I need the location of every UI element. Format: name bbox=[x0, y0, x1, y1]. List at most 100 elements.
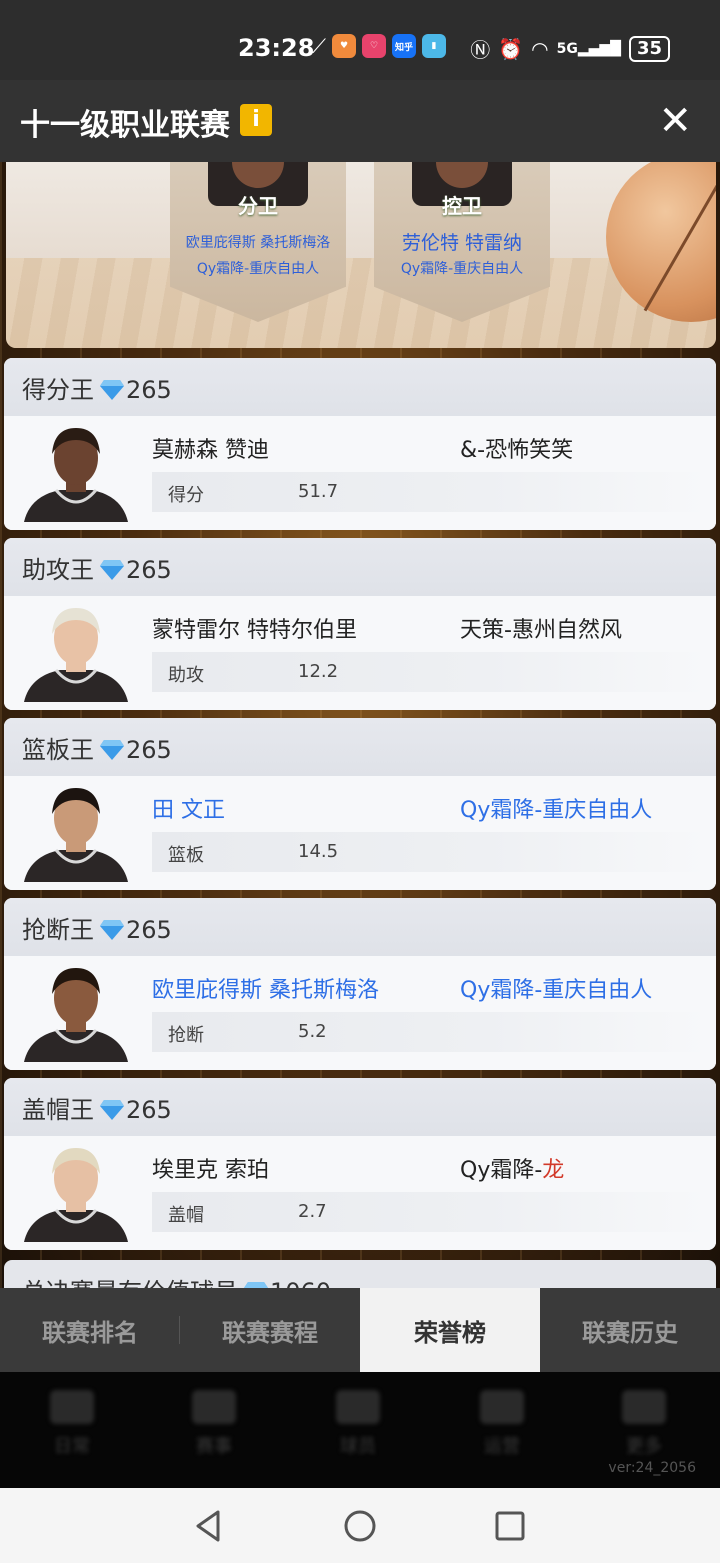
team-name[interactable]: 天策-惠州自然风 bbox=[460, 612, 622, 644]
underlying-app-nav: 日常 赛事 球员 运营 更多 ver:24_2056 bbox=[0, 1372, 720, 1488]
status-time: 23:28 bbox=[238, 34, 315, 62]
diamond-icon bbox=[100, 920, 124, 940]
team-name[interactable]: Qy霜降-重庆自由人 bbox=[460, 792, 652, 824]
award-body: 莫赫森 赞迪 &-恐怖笑笑 得分 51.7 bbox=[4, 416, 716, 530]
stat-label: 篮板 bbox=[168, 845, 204, 866]
stat-value: 2.7 bbox=[298, 1201, 327, 1222]
award-title: 得分王 265 bbox=[22, 376, 172, 404]
status-bar: 23:28 ⟋ ♥ ♡ 知乎 ▮ Ⓝ ⏰ ◠ 5G▂▄▆█ 35 bbox=[0, 0, 720, 80]
tab-league-schedule[interactable]: 联赛赛程 bbox=[180, 1288, 360, 1372]
award-card-blocks[interactable]: 盖帽王 265 埃里克 索珀 Qy霜降-龙 盖帽 2.7 bbox=[4, 1078, 716, 1250]
close-button[interactable]: ✕ bbox=[658, 98, 692, 144]
diamond-icon bbox=[100, 740, 124, 760]
award-card-steals[interactable]: 抢断王 265 欧里庇得斯 桑托斯梅洛 Qy霜降-重庆自由人 抢断 5.2 bbox=[4, 898, 716, 1070]
award-title: 助攻王 265 bbox=[22, 556, 172, 584]
wifi-icon: ◠ bbox=[531, 36, 549, 61]
stat-value: 5.2 bbox=[298, 1021, 327, 1042]
award-card-rebounds[interactable]: 篮板王 265 田 文正 Qy霜降-重庆自由人 篮板 14.5 bbox=[4, 718, 716, 890]
zhihu-icon: 知乎 bbox=[392, 34, 416, 58]
stat-label: 抢断 bbox=[168, 1025, 204, 1046]
signal-icon: 5G▂▄▆█ bbox=[556, 40, 621, 57]
diamond-icon bbox=[100, 560, 124, 580]
league-header: 十一级职业联赛 i ✕ bbox=[0, 80, 720, 162]
award-title: 总决赛最有价值球员1060 bbox=[22, 1272, 331, 1288]
award-header: 得分王 265 bbox=[4, 358, 716, 416]
league-tabs: 联赛排名 联赛赛程 荣誉榜 联赛历史 bbox=[0, 1288, 720, 1372]
under-nav-item: 日常 bbox=[42, 1390, 102, 1458]
jersey-shape bbox=[24, 1030, 128, 1062]
back-icon[interactable] bbox=[190, 1506, 230, 1546]
alarm-icon: ⏰ bbox=[498, 36, 524, 61]
stat-value: 51.7 bbox=[298, 481, 339, 502]
stat-row: 盖帽 2.7 bbox=[152, 1192, 708, 1232]
court-floor bbox=[6, 258, 716, 348]
page-title: 十一级职业联赛 bbox=[20, 108, 230, 143]
award-title: 篮板王 265 bbox=[22, 736, 172, 764]
award-card-scoring[interactable]: 得分王 265 莫赫森 赞迪 &-恐怖笑笑 得分 51.7 bbox=[4, 358, 716, 530]
position-player: 欧里庇得斯 桑托斯梅洛 bbox=[185, 235, 331, 251]
team-name-suffix: 龙 bbox=[542, 1158, 565, 1183]
player-avatar bbox=[20, 604, 132, 702]
status-right-icons: Ⓝ ⏰ ◠ 5G▂▄▆█ 35 bbox=[470, 34, 670, 63]
tab-league-ranking[interactable]: 联赛排名 bbox=[0, 1288, 180, 1372]
nav-icon bbox=[336, 1390, 380, 1424]
reader-icon: ▮ bbox=[422, 34, 446, 58]
system-nav-bar bbox=[0, 1488, 720, 1563]
best-lineup-banner: 分卫 欧里庇得斯 桑托斯梅洛 Qy霜降-重庆自由人 控卫 劳伦特 特雷纳 Qy霜… bbox=[6, 162, 716, 348]
award-title: 盖帽王 265 bbox=[22, 1096, 172, 1124]
app-icon-1: ♥ bbox=[332, 34, 356, 58]
player-avatar bbox=[20, 784, 132, 882]
player-name[interactable]: 田 文正 bbox=[152, 792, 225, 824]
team-name[interactable]: Qy霜降-重庆自由人 bbox=[460, 972, 652, 1004]
stat-value: 12.2 bbox=[298, 661, 339, 682]
jersey-shape bbox=[24, 670, 128, 702]
diamond-icon bbox=[100, 1100, 124, 1120]
stat-label: 助攻 bbox=[168, 665, 204, 686]
info-icon[interactable]: i bbox=[240, 104, 272, 136]
award-body: 蒙特雷尔 特特尔伯里 天策-惠州自然风 助攻 12.2 bbox=[4, 596, 716, 710]
nav-icon bbox=[192, 1390, 236, 1424]
player-name[interactable]: 欧里庇得斯 桑托斯梅洛 bbox=[152, 972, 379, 1004]
battery-icon: 35 bbox=[628, 35, 670, 62]
nfc-icon: Ⓝ bbox=[470, 38, 491, 62]
nav-icon bbox=[622, 1390, 666, 1424]
honor-board[interactable]: 分卫 欧里庇得斯 桑托斯梅洛 Qy霜降-重庆自由人 控卫 劳伦特 特雷纳 Qy霜… bbox=[0, 162, 720, 1288]
team-name[interactable]: &-恐怖笑笑 bbox=[460, 432, 573, 464]
player-name[interactable]: 莫赫森 赞迪 bbox=[152, 432, 269, 464]
status-app-icons: ⟋ ♥ ♡ 知乎 ▮ bbox=[312, 34, 446, 58]
player-name[interactable]: 蒙特雷尔 特特尔伯里 bbox=[152, 612, 357, 644]
app-icon-2: ♡ bbox=[362, 34, 386, 58]
jersey-shape bbox=[24, 1210, 128, 1242]
nav-icon bbox=[50, 1390, 94, 1424]
nav-icon bbox=[480, 1390, 524, 1424]
under-nav-item: 球员 bbox=[328, 1390, 388, 1458]
award-header: 抢断王 265 bbox=[4, 898, 716, 956]
stat-row: 得分 51.7 bbox=[152, 472, 708, 512]
position-player: 劳伦特 特雷纳 bbox=[401, 232, 523, 254]
stat-value: 14.5 bbox=[298, 841, 339, 862]
version-label: ver:24_2056 bbox=[608, 1460, 696, 1476]
stat-label: 盖帽 bbox=[168, 1205, 204, 1226]
under-nav-item: 更多 bbox=[614, 1390, 674, 1458]
diamond-icon bbox=[100, 380, 124, 400]
recents-icon[interactable] bbox=[490, 1506, 530, 1546]
player-name[interactable]: 埃里克 索珀 bbox=[152, 1152, 269, 1184]
award-card-assists[interactable]: 助攻王 265 蒙特雷尔 特特尔伯里 天策-惠州自然风 助攻 12.2 bbox=[4, 538, 716, 710]
stat-label: 得分 bbox=[168, 485, 204, 506]
award-card-finals-mvp[interactable]: 总决赛最有价值球员1060 bbox=[4, 1260, 716, 1288]
home-icon[interactable] bbox=[340, 1506, 380, 1546]
team-name[interactable]: Qy霜降-龙 bbox=[460, 1152, 564, 1184]
award-header: 助攻王 265 bbox=[4, 538, 716, 596]
jersey-shape bbox=[24, 850, 128, 882]
tab-honor-board[interactable]: 荣誉榜 bbox=[360, 1288, 540, 1372]
award-header: 盖帽王 265 bbox=[4, 1078, 716, 1136]
stat-row: 抢断 5.2 bbox=[152, 1012, 708, 1052]
player-avatar bbox=[20, 1144, 132, 1242]
tab-league-history[interactable]: 联赛历史 bbox=[540, 1288, 720, 1372]
position-label: 控卫 bbox=[442, 194, 482, 218]
player-avatar bbox=[20, 964, 132, 1062]
award-body: 埃里克 索珀 Qy霜降-龙 盖帽 2.7 bbox=[4, 1136, 716, 1250]
stat-row: 篮板 14.5 bbox=[152, 832, 708, 872]
jersey-shape bbox=[24, 490, 128, 522]
under-nav-item: 赛事 bbox=[184, 1390, 244, 1458]
